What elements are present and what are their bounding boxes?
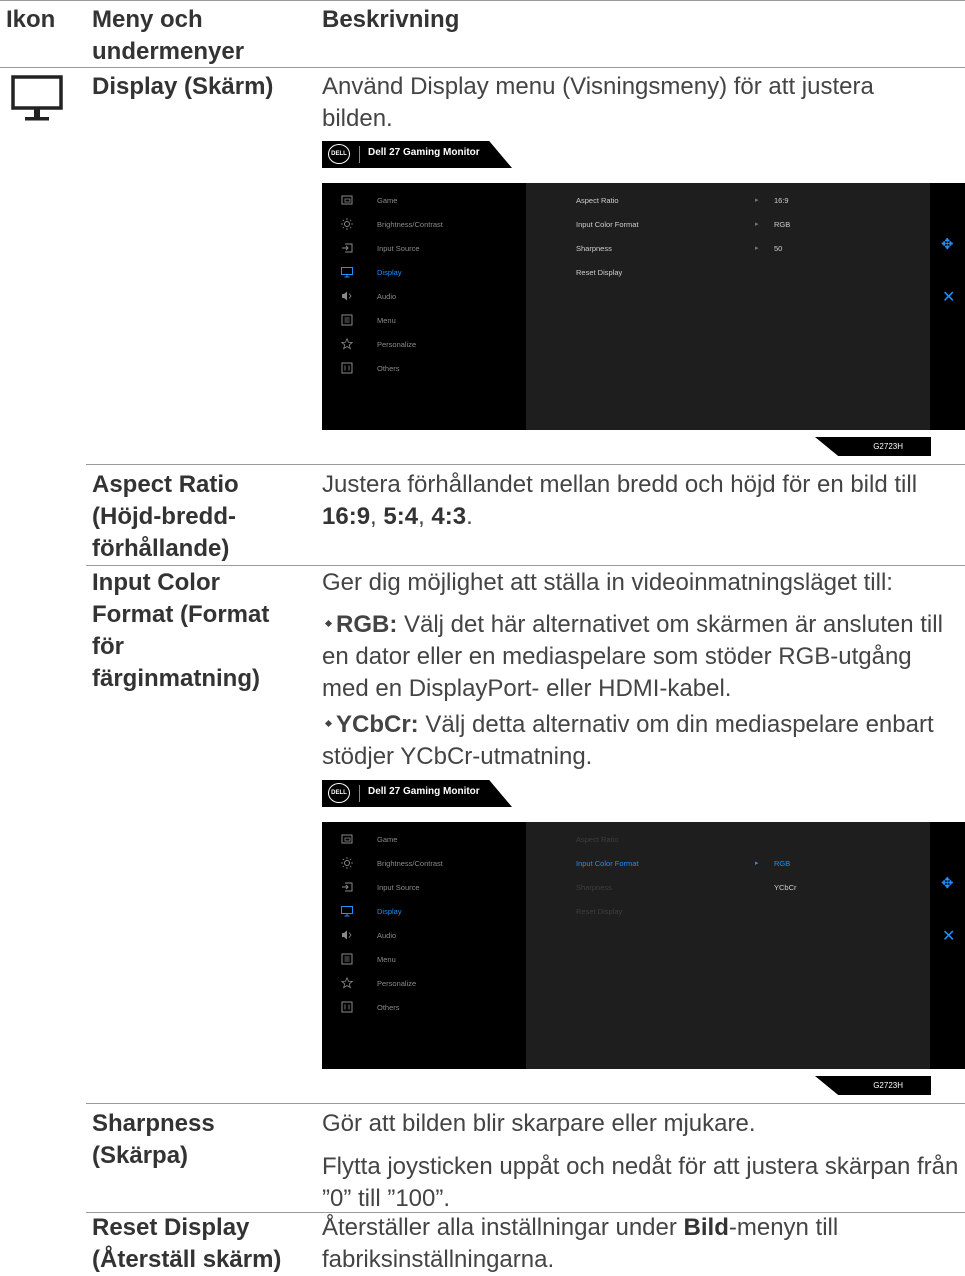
osd-menu-game[interactable]: Game <box>322 190 526 210</box>
osd-nav-column: ✥ ✕ <box>930 183 965 430</box>
osd-row-aspect-ratio[interactable]: Aspect Ratio <box>576 196 619 205</box>
row-rule <box>86 1103 965 1104</box>
osd-row-sharpness[interactable]: Sharpness <box>576 883 612 892</box>
osd-panel: Game Brightness/Contrast Input Source Di… <box>322 822 965 1069</box>
arrow-right-icon: ▸ <box>755 245 759 252</box>
osd-screenshot-input-color: DELL Dell 27 Gaming Monitor Game Brightn… <box>322 780 965 1095</box>
osd-menu-game[interactable]: Game <box>322 829 526 849</box>
sun-icon <box>341 218 353 230</box>
display-icon <box>341 266 353 278</box>
close-icon[interactable]: ✕ <box>942 287 955 307</box>
arrow-right-icon: ▸ <box>755 197 759 204</box>
osd-menu-input-source[interactable]: Input Source <box>322 877 526 897</box>
osd-menu-brightness[interactable]: Brightness/Contrast <box>322 214 526 234</box>
bullet-rgb: RGB: Välj det här alternativet om skärme… <box>322 611 943 702</box>
osd-option-ycbcr[interactable]: YCbCr <box>774 883 797 892</box>
osd-menu-list: Game Brightness/Contrast Input Source Di… <box>322 183 526 430</box>
osd-menu-others[interactable]: Others <box>322 997 526 1017</box>
osd-menu-personalize[interactable]: Personalize <box>322 973 526 993</box>
row-input-color-name: Input Color Format (Format för färginmat… <box>92 569 270 692</box>
header-icon: Ikon <box>6 6 56 33</box>
osd-row-input-color-format[interactable]: Input Color Format <box>576 859 639 868</box>
osd-menu-others[interactable]: Others <box>322 358 526 378</box>
others-icon <box>341 1001 353 1013</box>
close-icon[interactable]: ✕ <box>942 926 955 946</box>
dell-logo-icon: DELL <box>328 144 350 164</box>
osd-menu-personalize[interactable]: Personalize <box>322 334 526 354</box>
arrow-right-icon: ▸ <box>755 221 759 228</box>
osd-row-aspect-ratio[interactable]: Aspect Ratio <box>576 835 619 844</box>
osd-screenshot-display: DELL Dell 27 Gaming Monitor Game Brightn… <box>322 141 965 456</box>
osd-menu-input-source[interactable]: Input Source <box>322 238 526 258</box>
osd-row-input-color-format[interactable]: Input Color Format <box>576 220 639 229</box>
speaker-icon <box>341 929 353 941</box>
osd-value-sharpness: 50 <box>774 244 783 253</box>
row-reset-display-desc: Återställer alla inställningar under Bil… <box>322 1214 839 1273</box>
row-rule <box>86 565 965 566</box>
bullet-ycbcr: YCbCr: Välj detta alternativ om din medi… <box>322 711 934 770</box>
osd-title: Dell 27 Gaming Monitor <box>368 786 480 797</box>
osd-nav-column: ✥ ✕ <box>930 822 965 1069</box>
row-display-desc: Använd Display menu (Visningsmeny) för a… <box>322 73 874 132</box>
top-rule <box>0 0 965 1</box>
input-source-icon <box>341 242 353 254</box>
model-badge: G2723H <box>815 1076 931 1095</box>
osd-title-bar: DELL Dell 27 Gaming Monitor <box>322 141 512 168</box>
header-rule <box>0 67 965 68</box>
row-aspect-ratio-name: Aspect Ratio (Höjd-bredd-förhållande) <box>92 471 239 562</box>
osd-title: Dell 27 Gaming Monitor <box>368 147 480 158</box>
star-icon <box>341 977 353 989</box>
header-description: Beskrivning <box>322 6 460 33</box>
row-display-name: Display (Skärm) <box>92 73 274 100</box>
osd-submenu-panel: Aspect Ratio Input Color Format ▸ RGB YC… <box>526 822 930 1069</box>
sun-icon <box>341 857 353 869</box>
speaker-icon <box>341 290 353 302</box>
row-aspect-ratio-desc: Justera förhållandet mellan bredd och hö… <box>322 471 918 530</box>
menu-icon <box>341 314 353 326</box>
display-icon <box>341 905 353 917</box>
osd-row-reset-display[interactable]: Reset Display <box>576 268 622 277</box>
menu-icon <box>341 953 353 965</box>
osd-submenu-panel: Aspect Ratio ▸ 16:9 Input Color Format ▸… <box>526 183 930 430</box>
osd-menu-audio[interactable]: Audio <box>322 286 526 306</box>
osd-row-reset-display[interactable]: Reset Display <box>576 907 622 916</box>
row-sharpness-desc-1: Gör att bilden blir skarpare eller mjuka… <box>322 1110 756 1137</box>
row-input-color-desc: Ger dig möjlighet att ställa in videoinm… <box>322 569 893 596</box>
osd-menu-menu[interactable]: Menu <box>322 310 526 330</box>
osd-option-rgb[interactable]: RGB <box>774 859 790 868</box>
osd-menu-list: Game Brightness/Contrast Input Source Di… <box>322 822 526 1069</box>
row-sharpness-name: Sharpness (Skärpa) <box>92 1110 215 1169</box>
input-source-icon <box>341 881 353 893</box>
star-icon <box>341 338 353 350</box>
osd-menu-display[interactable]: Display <box>322 901 526 921</box>
game-icon <box>341 833 353 845</box>
row-rule <box>86 464 965 465</box>
model-badge: G2723H <box>815 437 931 456</box>
osd-value-input-color-format: RGB <box>774 220 791 229</box>
game-icon <box>341 194 353 206</box>
arrow-right-icon: ▸ <box>755 860 759 867</box>
joystick-icon[interactable]: ✥ <box>941 235 954 253</box>
joystick-icon[interactable]: ✥ <box>941 874 954 892</box>
row-sharpness-desc-2: Flytta joysticken uppåt och nedåt för at… <box>322 1153 959 1212</box>
header-menu: Meny och undermenyer <box>92 6 245 65</box>
osd-value-aspect-ratio: 16:9 <box>774 196 789 205</box>
others-icon <box>341 362 353 374</box>
osd-row-sharpness[interactable]: Sharpness <box>576 244 612 253</box>
osd-title-bar: DELL Dell 27 Gaming Monitor <box>322 780 512 807</box>
osd-menu-display[interactable]: Display <box>322 262 526 282</box>
osd-menu-audio[interactable]: Audio <box>322 925 526 945</box>
monitor-icon <box>10 74 64 126</box>
osd-panel: Game Brightness/Contrast Input Source Di… <box>322 183 965 430</box>
row-reset-display-name: Reset Display (Återställ skärm) <box>92 1214 282 1273</box>
dell-logo-icon: DELL <box>328 783 350 803</box>
osd-menu-menu[interactable]: Menu <box>322 949 526 969</box>
osd-menu-brightness[interactable]: Brightness/Contrast <box>322 853 526 873</box>
